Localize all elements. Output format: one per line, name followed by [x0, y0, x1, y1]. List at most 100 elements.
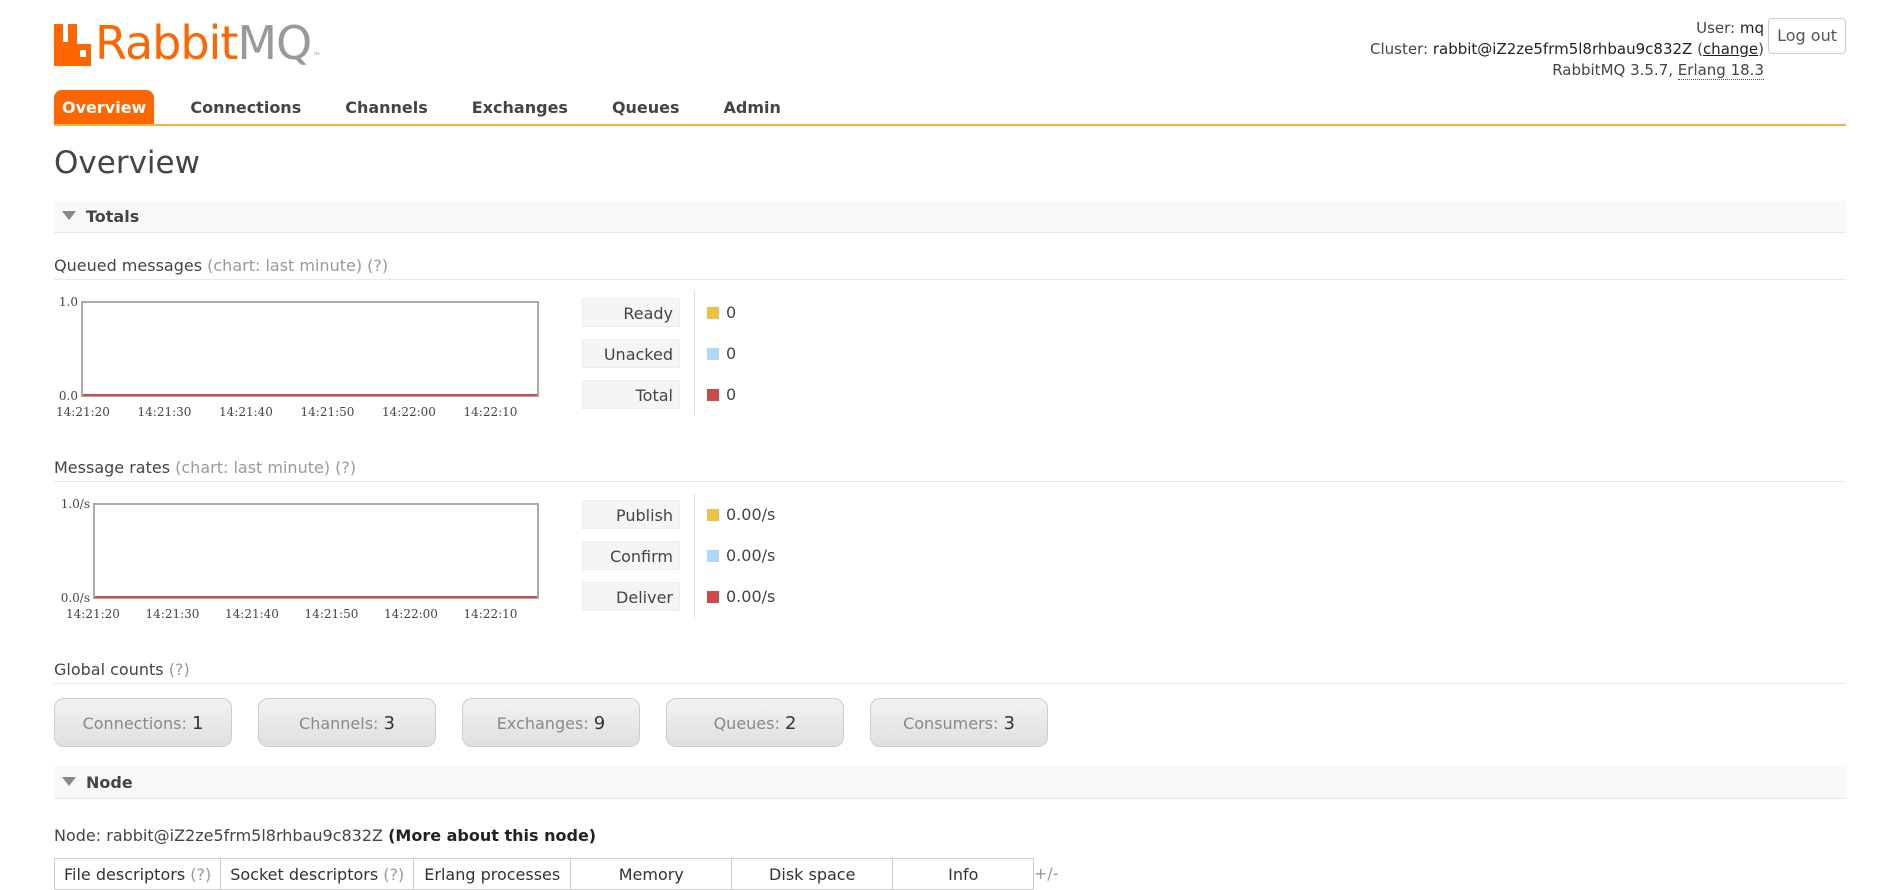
queues-count-value: 2 [784, 713, 797, 734]
queued-y-tick-label: 1.0 [59, 295, 78, 309]
queued-x-tick-label: 14:21:30 [138, 405, 192, 419]
socket-descriptors-help-link[interactable]: (?) [383, 865, 404, 884]
legend-value-ready: 0 [726, 303, 737, 322]
cluster-label: Cluster: [1370, 40, 1429, 58]
user-line: User: mq [1370, 18, 1764, 39]
more-about-node-link[interactable]: (More about this node) [388, 826, 596, 845]
consumers-count-value: 3 [1003, 713, 1015, 734]
node-line: Node: rabbit@iZ2ze5frm5l8rhbau9c832Z (Mo… [54, 826, 596, 845]
node-section-toggle[interactable]: Node [54, 767, 1846, 799]
legend-row-publish: Publish 0.00/s [582, 494, 792, 535]
col-erlang-processes: Erlang processes [413, 858, 572, 890]
channels-count-label: Channels: [299, 714, 379, 733]
rates-x-tick-label: 14:21:40 [225, 607, 279, 621]
rates-help-link[interactable]: (?) [335, 458, 356, 477]
queues-count-button[interactable]: Queues: 2 [666, 698, 844, 747]
rates-chart-range-link[interactable]: (chart: last minute) [175, 458, 330, 477]
legend-value-publish: 0.00/s [726, 505, 776, 524]
logo-trademark: ™ [312, 52, 322, 62]
col-memory: Memory [570, 858, 733, 890]
logout-button[interactable]: Log out [1768, 18, 1846, 54]
rabbit-logo-icon [54, 24, 91, 66]
rates-x-tick-label: 14:21:20 [66, 607, 120, 621]
queued-x-tick-label: 14:22:00 [382, 405, 436, 419]
main-nav-tabs: Overview Connections Channels Exchanges … [54, 90, 1846, 126]
legend-swatch-total [707, 388, 719, 401]
collapse-triangle-icon [62, 777, 76, 786]
consumers-count-button[interactable]: Consumers: 3 [870, 698, 1048, 747]
queued-messages-legend: Ready 0 Unacked 0 Total 0 [582, 292, 792, 415]
cluster-line: Cluster: rabbit@iZ2ze5frm5l8rhbau9c832Z … [1370, 40, 1764, 58]
login-details: User: mq Cluster: rabbit@iZ2ze5frm5l8rhb… [1370, 18, 1764, 81]
totals-section-toggle[interactable]: Totals [54, 201, 1846, 233]
legend-row-total: Total 0 [582, 374, 792, 415]
queued-messages-chart: 0.0 1.0 14:21:20 14:21:30 14:21:40 14:21:50 14… [54, 292, 539, 422]
legend-swatch-unacked [707, 347, 719, 360]
global-counts-help-link[interactable]: (?) [169, 660, 190, 679]
rates-y-tick-label: 0.0/s [61, 591, 90, 605]
queued-help-link[interactable]: (?) [367, 256, 388, 275]
legend-row-ready: Ready 0 [582, 292, 792, 333]
global-counts-heading: Global counts (?) [54, 660, 1846, 684]
cluster-value: rabbit@iZ2ze5frm5l8rhbau9c832Z [1432, 40, 1693, 58]
legend-value-confirm: 0.00/s [726, 546, 776, 565]
page: Rabbit MQ ™ User: mq Cluster: rabbit@iZ2ze… [53, 0, 1846, 890]
collapse-triangle-icon [62, 211, 76, 220]
rates-plot-frame [93, 503, 539, 599]
message-rates-title: Message rates [54, 458, 171, 477]
legend-label-deliver: Deliver [582, 582, 680, 611]
exchanges-count-button[interactable]: Exchanges: 9 [462, 698, 640, 747]
user-value: mq [1739, 19, 1764, 37]
queued-chart-range-link[interactable]: (chart: last minute) [207, 256, 362, 275]
legend-swatch-publish [707, 508, 719, 521]
file-descriptors-help-link[interactable]: (?) [190, 865, 211, 884]
node-table: File descriptors (?) Socket descriptors … [53, 858, 1035, 890]
legend-value-unacked: 0 [726, 344, 737, 363]
tab-admin[interactable]: Admin [702, 90, 803, 124]
queued-x-tick-label: 14:21:40 [219, 405, 273, 419]
rates-chart-svg: 0.0/s 1.0/s 14:21:20 14:21:30 14:21:40 14:21:… [61, 497, 539, 621]
legend-row-unacked: Unacked 0 [582, 333, 792, 374]
node-section-label: Node [86, 773, 133, 792]
rabbitmq-logo[interactable]: Rabbit MQ ™ [54, 18, 321, 66]
tab-queues[interactable]: Queues [590, 90, 702, 124]
legend-value-deliver: 0.00/s [726, 587, 776, 606]
connections-count-label: Connections: [82, 714, 187, 733]
change-cluster-link[interactable]: change [1703, 40, 1758, 58]
legend-label-ready: Ready [582, 298, 680, 327]
consumers-count-label: Consumers: [903, 714, 999, 733]
queued-y-tick-label: 0.0 [59, 389, 78, 403]
erlang-version[interactable]: Erlang 18.3 [1677, 61, 1764, 80]
legend-swatch-confirm [707, 549, 719, 562]
channels-count-value: 3 [383, 713, 395, 734]
connections-count-button[interactable]: Connections: 1 [54, 698, 232, 747]
channels-count-button[interactable]: Channels: 3 [258, 698, 436, 747]
global-counts: Connections: 1 Channels: 3 Exchanges: 9 … [54, 698, 1074, 747]
toggle-columns-link[interactable]: +/- [1034, 864, 1059, 883]
rates-x-tick-label: 14:22:10 [464, 607, 518, 621]
totals-section-label: Totals [86, 207, 140, 226]
legend-swatch-ready [707, 306, 719, 319]
message-rates-heading: Message rates (chart: last minute) (?) [54, 458, 1846, 482]
queues-count-label: Queues: [713, 714, 780, 733]
queued-messages-title: Queued messages [54, 256, 203, 275]
queued-plot-frame [81, 301, 539, 397]
queued-x-tick-label: 14:21:50 [301, 405, 355, 419]
rates-y-tick-label: 1.0/s [61, 497, 90, 511]
tab-channels[interactable]: Channels [323, 90, 450, 124]
col-socket-descriptors: Socket descriptors (?) [220, 858, 415, 890]
col-file-descriptors: File descriptors (?) [53, 858, 222, 890]
logo-text-mq: MQ [237, 16, 312, 70]
legend-row-deliver: Deliver 0.00/s [582, 576, 792, 617]
tab-connections[interactable]: Connections [168, 90, 323, 124]
version-line: RabbitMQ 3.5.7, Erlang 18.3 [1370, 60, 1764, 81]
tab-exchanges[interactable]: Exchanges [450, 90, 590, 124]
table-header-row: File descriptors (?) Socket descriptors … [53, 858, 1035, 890]
connections-count-value: 1 [191, 713, 204, 734]
col-info: Info [892, 858, 1035, 890]
queued-chart-svg: 0.0 1.0 14:21:20 14:21:30 14:21:40 14:21:50 14… [56, 295, 539, 419]
page-title: Overview [54, 145, 200, 181]
exchanges-count-label: Exchanges: [496, 714, 589, 733]
legend-label-confirm: Confirm [582, 541, 680, 570]
tab-overview[interactable]: Overview [54, 90, 155, 124]
